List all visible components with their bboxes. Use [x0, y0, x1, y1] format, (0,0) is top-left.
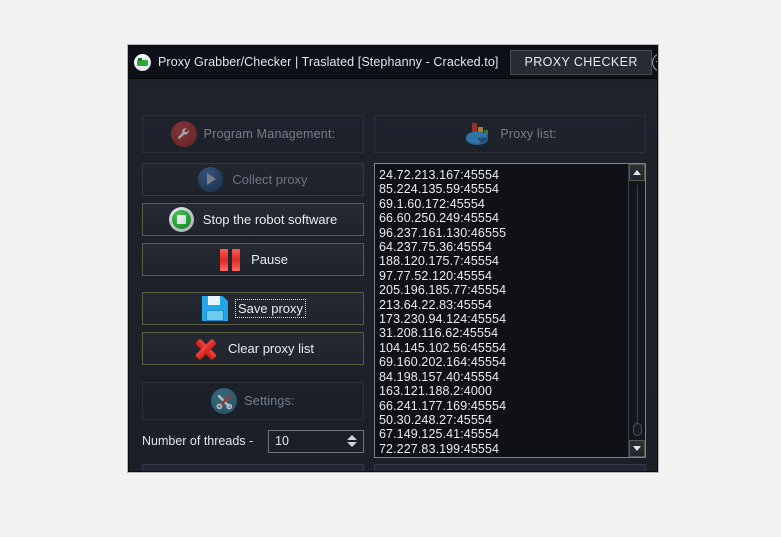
tab-proxy-checker[interactable]: PROXY CHECKER [510, 49, 652, 75]
threads-label: Number of threads - [142, 434, 254, 448]
threads-stepper[interactable]: 10 [268, 429, 364, 453]
window-body: Program Management: Proxy list: Collect … [129, 79, 657, 472]
clear-proxy-list-button[interactable]: Clear proxy list [142, 332, 364, 365]
application-window: Proxy Grabber/Checker | Traslated [Steph… [128, 45, 658, 472]
collect-proxy-button[interactable]: Collect proxy [142, 163, 364, 196]
clear-proxy-list-label: Clear proxy list [228, 341, 314, 356]
stop-icon [168, 207, 194, 232]
proxy-list-item[interactable]: 69.1.60.172:45554 [379, 197, 628, 211]
collect-proxy-label: Collect proxy [232, 172, 308, 187]
proxy-list-item[interactable]: 24.72.213.167:45554 [379, 168, 628, 182]
window-controls [651, 52, 657, 72]
proxy-list-item[interactable]: 66.241.177.169:45554 [379, 399, 628, 413]
settings-label: Settings: [244, 394, 295, 408]
proxy-list-item[interactable]: 84.198.157.40:45554 [379, 370, 628, 384]
stop-robot-software-label: Stop the robot software [202, 212, 338, 227]
program-management-header: Program Management: [142, 115, 364, 153]
proxy-list-item[interactable]: 213.64.22.83:45554 [379, 298, 628, 312]
proxy-list-header: Proxy list: [374, 115, 646, 153]
proxy-list-item[interactable]: 104.145.102.56:45554 [379, 341, 628, 355]
scrollbar-thumb[interactable] [633, 423, 642, 436]
minimize-icon[interactable] [651, 52, 657, 72]
floppy-disk-icon [201, 296, 228, 321]
scroll-down-arrow-icon[interactable] [629, 440, 645, 457]
proxy-list-item[interactable]: 64.237.75.36:45554 [379, 240, 628, 254]
play-icon [198, 167, 224, 192]
wrench-icon [170, 121, 197, 147]
settings-header: Settings: [142, 382, 364, 420]
proxy-list-item[interactable]: 69.160.202.164:45554 [379, 355, 628, 369]
scrollbar-track[interactable] [629, 181, 645, 440]
spinner-down-icon[interactable] [347, 442, 357, 447]
desktop-background: Proxy Grabber/Checker | Traslated [Steph… [0, 0, 781, 537]
window-title: Proxy Grabber/Checker | Traslated [Steph… [158, 55, 499, 69]
proxy-list-item[interactable]: 50.30.248.27:45554 [379, 413, 628, 427]
collected-count: 11960 [265, 470, 301, 471]
collected-status-bar: Proxeum collected: 11960 [142, 464, 364, 472]
save-proxy-label: Save proxy [234, 299, 307, 318]
proxy-list-item[interactable]: 188.120.175.7:45554 [379, 254, 628, 268]
proxy-list-item[interactable]: 67.149.125.41:45554 [379, 427, 628, 441]
proxy-list-item[interactable]: 97.77.52.120:45554 [379, 269, 628, 283]
proxy-list-item[interactable]: 31.208.116.62:45554 [379, 326, 628, 340]
threads-row: Number of threads - 10 [142, 424, 364, 458]
spinner-arrows [347, 435, 360, 447]
translator-credit: Traslated [Stephanny] [449, 471, 571, 472]
pause-label: Pause [251, 252, 288, 267]
spinner-up-icon[interactable] [347, 435, 357, 440]
translator-status-bar: Traslated [Stephanny] [374, 464, 646, 472]
stop-robot-software-button[interactable]: Stop the robot software [142, 203, 364, 236]
pause-button[interactable]: Pause [142, 243, 364, 276]
proxy-list[interactable]: 24.72.213.167:45554 85.224.135.59:45554 69… [375, 164, 628, 457]
proxy-list-item[interactable]: 72.227.83.199:45554 [379, 442, 628, 456]
save-proxy-button[interactable]: Save proxy [142, 292, 364, 325]
threads-value[interactable]: 10 [275, 434, 347, 448]
red-cross-icon [192, 336, 219, 361]
proxy-list-item[interactable]: 66.60.250.249:45554 [379, 211, 628, 225]
title-bar[interactable]: Proxy Grabber/Checker | Traslated [Steph… [129, 46, 657, 79]
proxy-list-item[interactable]: 163.121.188.2:4000 [379, 384, 628, 398]
program-management-label: Program Management: [203, 127, 336, 141]
proxy-list-scrollbar[interactable] [628, 164, 645, 457]
app-globe-icon [134, 53, 151, 71]
pause-icon [218, 248, 242, 271]
scroll-up-arrow-icon[interactable] [629, 164, 645, 181]
proxy-list-item[interactable]: 173.230.94.124:45554 [379, 312, 628, 326]
proxy-list-label: Proxy list: [500, 127, 557, 141]
tools-icon [211, 388, 238, 414]
proxy-list-item[interactable]: 205.196.185.77:45554 [379, 283, 628, 297]
proxy-list-item[interactable]: 96.237.161.130:46555 [379, 226, 628, 240]
chart-icon [463, 121, 493, 147]
proxy-list-item[interactable]: 85.224.135.59:45554 [379, 182, 628, 196]
collected-label: Proxeum collected: [151, 471, 257, 472]
proxy-list-container[interactable]: 24.72.213.167:45554 85.224.135.59:45554 69… [374, 163, 646, 458]
